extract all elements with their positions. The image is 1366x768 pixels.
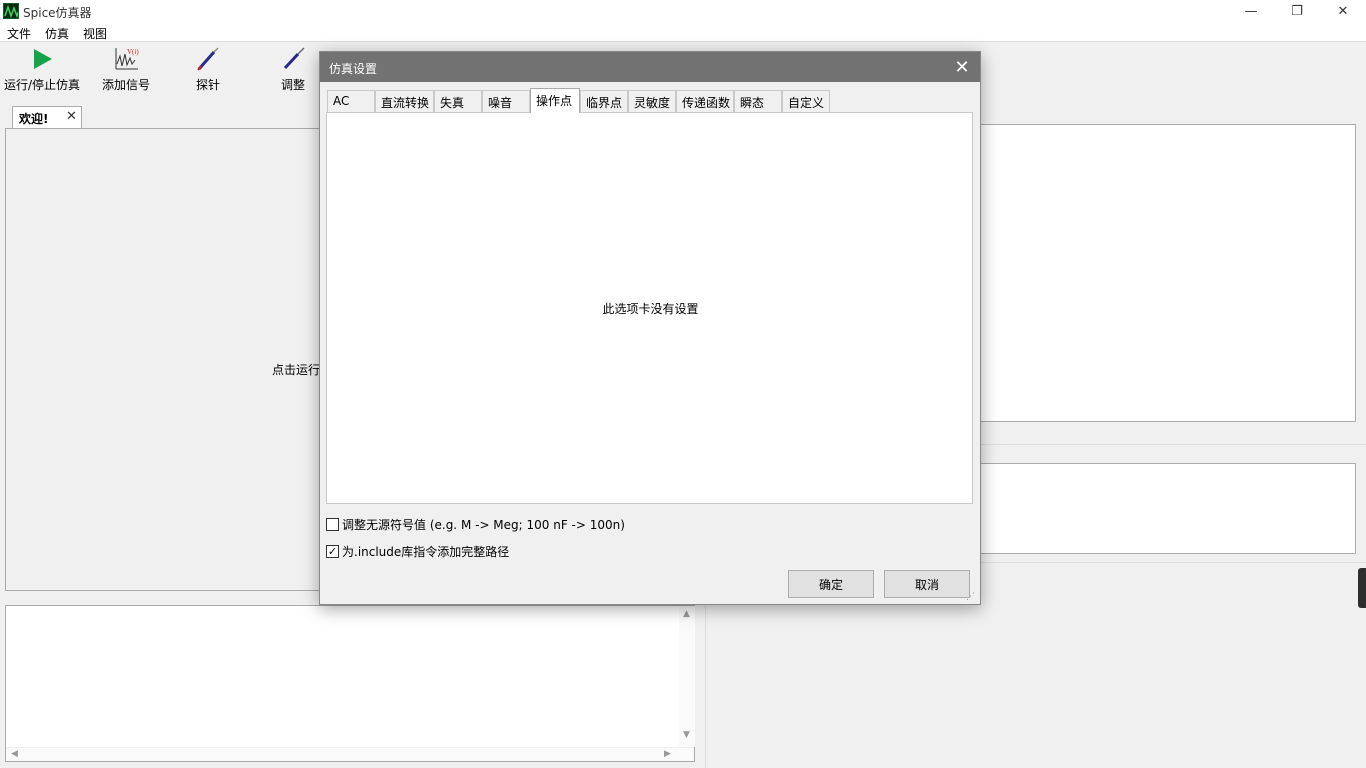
signal-list-panel[interactable] (980, 463, 1356, 554)
close-tab-icon[interactable]: ✕ (66, 109, 77, 124)
pane-splitter[interactable] (705, 606, 706, 768)
run-stop-simulation-button[interactable]: 运行/停止仿真 (2, 46, 82, 94)
adjust-passive-values-checkbox[interactable] (326, 517, 339, 531)
include-full-path-checkbox[interactable]: ✓ (326, 544, 339, 558)
add-signal-button[interactable]: V(i) 添加信号 (98, 46, 154, 94)
adjust-label: 调整 (280, 78, 305, 92)
play-icon (29, 46, 55, 72)
probe-button[interactable]: 探针 (188, 46, 228, 94)
tab-content-area: 此选项卡没有设置 (326, 112, 973, 504)
horizontal-scrollbar[interactable]: ◀ ▶ (6, 747, 694, 761)
panel-divider (980, 444, 1366, 445)
tab-dc-sweep[interactable]: 直流转换 (375, 90, 434, 112)
menu-view[interactable]: 视图 (83, 25, 107, 42)
resize-grip-icon[interactable]: ⋰ (966, 592, 976, 602)
close-window-button[interactable]: ✕ (1320, 0, 1366, 22)
menu-simulation[interactable]: 仿真 (45, 25, 69, 42)
tab-ac[interactable]: AC (327, 90, 375, 112)
probe-label: 探针 (195, 78, 220, 92)
svg-text:V(i): V(i) (127, 48, 139, 56)
tab-operating-point[interactable]: 操作点 (530, 88, 580, 113)
title-bar: Spice仿真器 — ❐ ✕ (0, 0, 1366, 22)
tab-distortion[interactable]: 失真 (434, 90, 482, 112)
include-full-path-label: 为.include库指令添加完整路径 (342, 544, 510, 559)
scroll-down-icon[interactable]: ▼ (683, 730, 690, 740)
scroll-left-icon[interactable]: ◀ (11, 749, 18, 759)
tab-noise[interactable]: 噪音 (482, 90, 530, 112)
scroll-right-icon[interactable]: ▶ (664, 749, 671, 759)
check-icon: ✓ (327, 544, 338, 558)
vertical-scrollbar[interactable]: ▲ ▼ (679, 606, 695, 747)
adjust-passive-values-label: 调整无源符号值 (e.g. M -> Meg; 100 nF -> 100n) (342, 517, 625, 532)
tab-transfer-function[interactable]: 传递函数 (676, 90, 734, 112)
dialog-title-bar[interactable]: 仿真设置 ✕ (320, 52, 980, 82)
waveform-panel[interactable] (980, 124, 1356, 422)
adjust-passive-values-option[interactable]: 调整无源符号值 (e.g. M -> Meg; 100 nF -> 100n) (326, 516, 625, 532)
window-title: Spice仿真器 (23, 6, 92, 20)
dialog-close-icon[interactable]: ✕ (950, 55, 974, 79)
menu-bar: 文件 仿真 视图 (0, 22, 1366, 42)
ok-button[interactable]: 确定 (788, 570, 874, 598)
add-signal-label: 添加信号 (101, 78, 150, 92)
probe-icon (195, 46, 221, 72)
cancel-button[interactable]: 取消 (884, 570, 970, 598)
welcome-hint: 点击运行 (272, 363, 321, 377)
tab-sensitivity[interactable]: 灵敏度 (628, 90, 676, 112)
dialog-title: 仿真设置 (329, 62, 378, 76)
tab-custom[interactable]: 自定义 (782, 90, 830, 112)
tab-transient[interactable]: 瞬态 (734, 90, 782, 112)
welcome-pane: 点击运行 (5, 128, 321, 591)
no-settings-message: 此选项卡没有设置 (602, 302, 699, 316)
scroll-up-icon[interactable]: ▲ (683, 609, 690, 619)
menu-file[interactable]: 文件 (7, 25, 31, 42)
run-stop-label: 运行/停止仿真 (3, 78, 81, 92)
tab-welcome-label: 欢迎! (19, 112, 49, 126)
tab-welcome[interactable]: 欢迎! ✕ (12, 106, 82, 128)
tab-pole-zero[interactable]: 临界点 (580, 90, 628, 112)
minimize-button[interactable]: — (1228, 0, 1274, 22)
panel-divider (980, 562, 1366, 563)
dock-handle[interactable] (1358, 568, 1366, 608)
simulation-settings-dialog: 仿真设置 ✕ AC 直流转换 失真 噪音 操作点 临界点 灵敏度 传递函数 瞬态… (319, 51, 981, 605)
signal-plot-icon: V(i) (113, 46, 139, 72)
output-log[interactable]: ▲ ▼ ◀ ▶ (5, 605, 695, 762)
app-icon (3, 3, 19, 19)
adjust-icon (280, 46, 306, 72)
adjust-button[interactable]: 调整 (272, 46, 314, 94)
restore-button[interactable]: ❐ (1274, 0, 1320, 22)
include-full-path-option[interactable]: ✓ 为.include库指令添加完整路径 (326, 543, 509, 559)
